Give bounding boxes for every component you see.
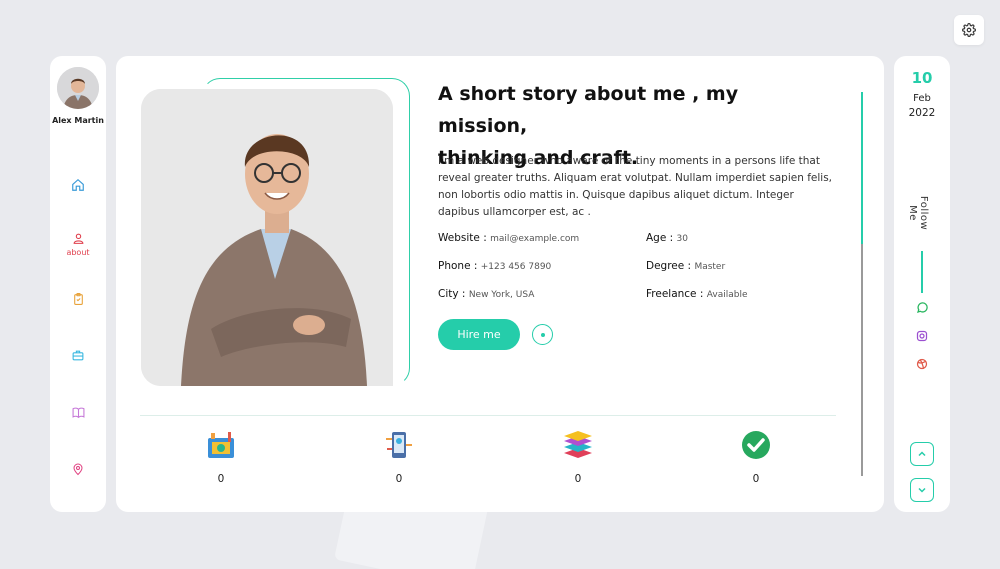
age-label: Age : [646,232,674,244]
nav-about[interactable]: about [50,232,106,257]
title-line-1: A short story about me , my mission, [438,83,739,137]
chevron-down-icon [918,487,926,493]
left-sidebar: Alex Martin about [50,56,106,512]
info-city: City : New York, USA [438,288,534,300]
nav-contact[interactable] [50,462,106,477]
dribbble-link[interactable] [915,357,929,371]
stat-layers: 0 [548,430,608,485]
degree-value: Master [694,262,726,272]
phone-value: +123 456 7890 [480,262,552,272]
scroll-down-button[interactable] [910,478,934,502]
mobile-design-icon [386,432,412,458]
location-pin-icon [73,463,83,476]
city-value: New York, USA [468,290,535,300]
layers-icon [564,431,592,458]
profile-name: Alex Martin [52,116,104,125]
gear-icon [962,23,976,37]
date-day: 10 [911,69,933,87]
nav-about-label: about [66,248,90,257]
settings-button[interactable] [954,15,984,45]
age-value: 30 [676,234,688,244]
city-label: City : [438,288,466,300]
stat-completed-value: 0 [752,473,760,485]
chevron-up-icon [918,451,926,457]
stat-projects: 0 [191,430,251,485]
scroll-up-button[interactable] [910,442,934,466]
right-sidebar: 10 Feb 2022 Follow Me [894,56,950,512]
date-month: Feb [913,93,931,104]
about-panel: A short story about me , my mission, thi… [116,56,884,512]
info-degree: Degree : Master [646,260,725,272]
instagram-icon [916,330,928,342]
info-phone: Phone : +123 456 7890 [438,260,551,272]
stat-layers-value: 0 [574,473,582,485]
play-dot-icon [540,332,545,337]
nav-portfolio[interactable] [50,349,106,362]
info-age: Age : 30 [646,232,688,244]
stat-designs: 0 [369,430,429,485]
info-website: Website : mail@example.com [438,232,579,244]
freelance-value: Available [706,290,748,300]
bio-text: I'm a web designer who aware of the tiny… [438,155,832,218]
whatsapp-link[interactable] [915,301,929,315]
stat-completed: 0 [726,430,786,485]
stat-designs-value: 0 [395,473,403,485]
section-divider [140,415,836,416]
clipboard-icon [73,293,83,305]
user-icon [73,233,83,244]
instagram-link[interactable] [915,329,929,343]
book-icon [72,407,84,419]
phone-label: Phone : [438,260,478,272]
hire-me-button[interactable]: Hire me [438,319,520,350]
nav-home[interactable] [50,178,106,192]
check-badge-icon [742,431,770,459]
briefcase-icon [72,350,84,361]
avatar[interactable] [57,67,99,109]
profile-photo [141,89,393,386]
freelance-label: Freelance : [646,288,704,300]
projects-icon [208,432,234,458]
degree-label: Degree : [646,260,692,272]
website-value: mail@example.com [490,234,580,244]
follow-me-label: Follow Me [907,195,929,231]
follow-divider [921,251,923,293]
info-freelance: Freelance : Available [646,288,748,300]
play-video-button[interactable] [532,324,553,345]
website-label: Website : [438,232,487,244]
nav-resume[interactable] [50,292,106,306]
stat-projects-value: 0 [217,473,225,485]
date-year: 2022 [908,107,936,119]
whatsapp-icon [917,302,928,313]
home-icon [72,178,84,191]
nav-blog[interactable] [50,406,106,419]
dribbble-icon [916,358,928,370]
scrollbar-thumb[interactable] [861,92,863,244]
